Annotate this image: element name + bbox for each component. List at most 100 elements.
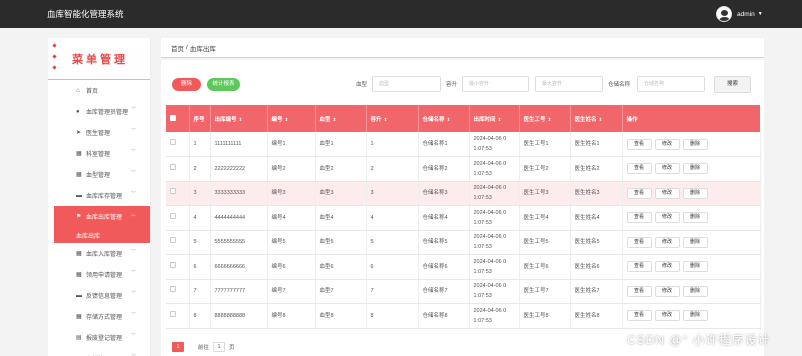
chevron-down-icon[interactable]: ﹀ xyxy=(131,290,136,297)
sort-icon[interactable]: ⇕ xyxy=(239,117,243,122)
cell-time-date: 2024-04-06 0 xyxy=(473,160,507,167)
chevron-down-icon[interactable]: ﹀ xyxy=(131,106,136,113)
view-button[interactable]: 查看 xyxy=(626,163,652,175)
sort-icon[interactable]: ⇕ xyxy=(333,117,337,122)
chevron-down-icon[interactable]: ﹀ xyxy=(131,148,136,155)
view-button[interactable]: 查看 xyxy=(626,310,652,322)
view-button[interactable]: 查看 xyxy=(626,212,652,224)
delete-button[interactable]: 删除 xyxy=(172,78,201,91)
sort-icon[interactable]: ⇕ xyxy=(447,117,451,122)
edit-button[interactable]: 修改 xyxy=(654,310,680,322)
table-cell: 医生姓名4 xyxy=(570,205,623,231)
sidebar-item[interactable]: ● 血库管理员管理 ﹀ xyxy=(48,101,150,122)
view-button[interactable]: 查看 xyxy=(626,187,652,199)
sidebar-item[interactable]: ➤ 医生管理 ﹀ xyxy=(48,122,150,143)
row-delete-button[interactable]: 删除 xyxy=(682,138,708,150)
edit-button[interactable]: 修改 xyxy=(654,187,680,199)
min-volume-input[interactable]: 最小容升 xyxy=(462,76,529,92)
sidebar-item[interactable]: ▤ 报废登记管理 ﹀ xyxy=(48,327,150,348)
sort-icon[interactable]: ⇕ xyxy=(384,117,388,122)
sidebar-item[interactable]: ▬ 血库库存管理 ﹀ xyxy=(48,185,150,206)
row-delete-button[interactable]: 删除 xyxy=(682,285,708,297)
column-header[interactable]: 编号 ⇕ xyxy=(267,105,316,132)
edit-button[interactable]: 修改 xyxy=(654,236,680,248)
column-header[interactable]: 血型 ⇕ xyxy=(315,105,367,132)
sidebar-item[interactable]: ▦仓储管理﹀ xyxy=(48,348,150,356)
select-all-checkbox[interactable] xyxy=(170,114,176,121)
column-header[interactable]: 容升 ⇕ xyxy=(366,105,419,132)
chevron-up-icon[interactable]: ︿ xyxy=(131,211,136,218)
view-button[interactable]: 查看 xyxy=(626,138,652,150)
row-checkbox[interactable] xyxy=(170,310,176,317)
table-cell: 仓储名称5 xyxy=(418,230,470,255)
cell-time-date: 2024-04-06 0 xyxy=(473,209,507,216)
row-checkbox[interactable] xyxy=(170,286,176,293)
blood-type-input[interactable]: 血型 xyxy=(372,76,441,92)
report-button[interactable]: 统计报表 xyxy=(207,78,240,91)
max-volume-input[interactable]: 最大容升 xyxy=(535,76,603,92)
chevron-down-icon[interactable]: ﹀ xyxy=(131,190,136,197)
view-button[interactable]: 查看 xyxy=(626,285,652,297)
sort-icon[interactable]: ⇕ xyxy=(548,117,552,122)
chevron-down-icon[interactable]: ﹀ xyxy=(131,311,136,318)
row-checkbox[interactable] xyxy=(170,212,176,219)
row-delete-button[interactable]: 删除 xyxy=(682,163,708,175)
warehouse-input[interactable]: 仓储名称 xyxy=(637,76,705,92)
user-name[interactable]: admin xyxy=(737,11,755,18)
sidebar-item[interactable]: ⌂ 首页 xyxy=(48,80,150,101)
edit-button[interactable]: 修改 xyxy=(654,212,680,224)
chevron-down-icon[interactable]: ﹀ xyxy=(131,169,136,176)
edit-button[interactable]: 修改 xyxy=(654,163,680,175)
row-checkbox[interactable] xyxy=(170,163,176,170)
sidebar-item[interactable]: ▦ 科室管理 ﹀ xyxy=(48,143,150,164)
chevron-down-icon[interactable]: ﹀ xyxy=(131,127,136,134)
caret-down-icon[interactable]: ▼ xyxy=(758,11,763,17)
sort-icon[interactable]: ⇕ xyxy=(599,117,603,122)
row-delete-button[interactable]: 删除 xyxy=(682,261,708,273)
column-header[interactable]: 出库时间 ⇕ xyxy=(469,105,520,132)
sidebar-item[interactable]: ▦ 存储方式管理 ﹀ xyxy=(48,306,150,327)
column-header-label: 容升 xyxy=(370,116,382,123)
table-body: 1 1111111111 编号1 血型1 1 仓储名称1 2024-04-06 0 1:07:… xyxy=(166,132,761,329)
chevron-down-icon[interactable]: ﹀ xyxy=(131,269,136,276)
chevron-down-icon[interactable]: ﹀ xyxy=(131,248,136,255)
row-checkbox[interactable] xyxy=(170,139,176,145)
table-cell: 仓储名称8 xyxy=(418,303,470,329)
row-delete-button[interactable]: 删除 xyxy=(682,310,708,322)
sidebar-item[interactable]: ▦ 血型管理 ﹀ xyxy=(48,164,150,185)
table-cell: 仓储名称1 xyxy=(418,132,470,157)
edit-button[interactable]: 修改 xyxy=(654,138,680,150)
row-delete-button[interactable]: 删除 xyxy=(682,187,708,199)
column-header[interactable]: 医生工号 ⇕ xyxy=(519,105,571,132)
table-cell: 医生工号6 xyxy=(519,254,571,280)
column-header[interactable]: 出库编号 ⇕ xyxy=(210,105,268,132)
sidebar-item[interactable]: ▦ 领用申请管理 ﹀ xyxy=(48,264,150,285)
search-button[interactable]: 搜索 xyxy=(714,76,751,93)
row-checkbox[interactable] xyxy=(170,261,176,268)
user-menu[interactable]: admin ▼ xyxy=(716,6,763,22)
breadcrumb-home[interactable]: 首页 xyxy=(171,43,184,53)
view-button[interactable]: 查看 xyxy=(626,261,652,273)
table-cell: 编号2 xyxy=(267,156,316,182)
row-checkbox[interactable] xyxy=(170,188,176,195)
sidebar-item[interactable]: ▦ 血库入库管理 ﹀ xyxy=(48,243,150,264)
sidebar-item[interactable]: ⚑ 血库出库管理 ︿ xyxy=(54,206,150,227)
view-button[interactable]: 查看 xyxy=(626,236,652,248)
edit-button[interactable]: 修改 xyxy=(654,261,680,273)
row-delete-button[interactable]: 删除 xyxy=(682,236,708,248)
sort-icon[interactable]: ⇕ xyxy=(285,117,289,122)
chevron-down-icon[interactable]: ﹀ xyxy=(131,332,136,339)
table-cell: 5 xyxy=(189,230,211,255)
row-delete-button[interactable]: 删除 xyxy=(682,212,708,224)
sidebar-item[interactable]: ▬ 反馈信息管理 ﹀ xyxy=(48,285,150,306)
sort-icon[interactable]: ⇕ xyxy=(498,117,502,122)
column-header[interactable]: 仓储名称 ⇕ xyxy=(418,105,470,132)
row-checkbox[interactable] xyxy=(170,237,176,244)
edit-button[interactable]: 修改 xyxy=(654,285,680,297)
page-goto-input[interactable]: 1 xyxy=(213,342,226,352)
avatar[interactable] xyxy=(716,6,732,22)
column-header[interactable]: 医生姓名 ⇕ xyxy=(570,105,623,132)
page-current[interactable]: 1 xyxy=(172,342,184,352)
table-cell: 6666666666 xyxy=(210,254,268,280)
sidebar-subitem[interactable]: 血库出库 xyxy=(54,227,150,243)
